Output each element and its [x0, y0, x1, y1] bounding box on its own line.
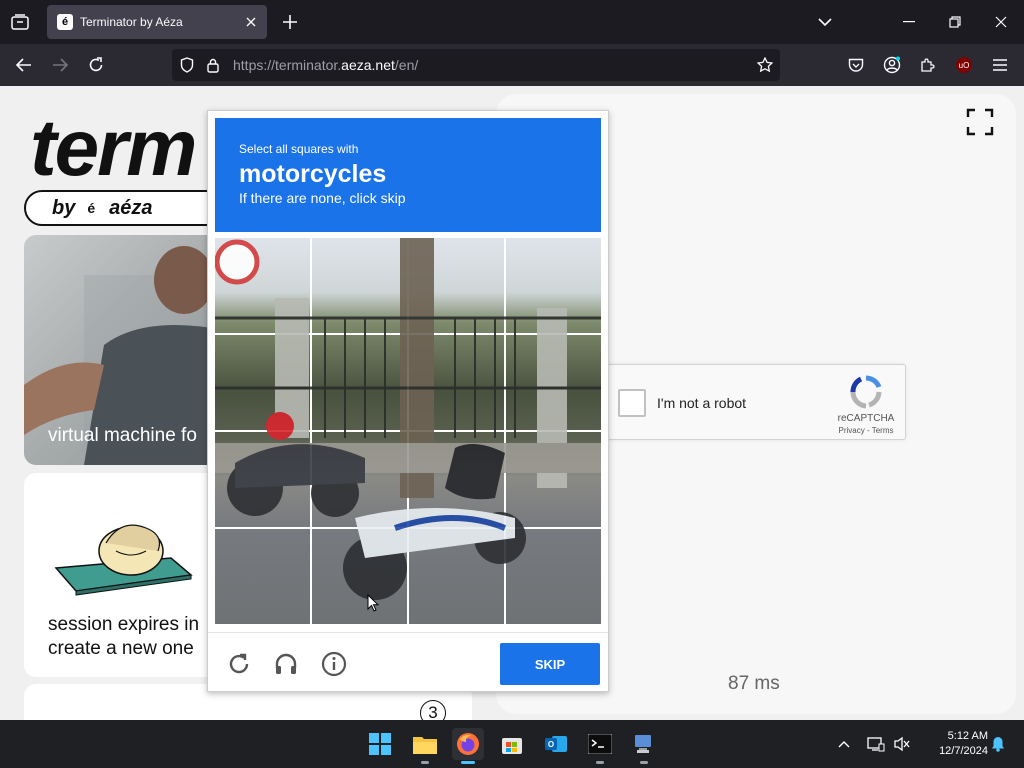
volume-muted-icon[interactable] [892, 734, 912, 754]
lock-icon[interactable] [204, 56, 222, 74]
microsoft-store-icon[interactable] [496, 728, 528, 760]
latency-readout: 87 ms [728, 673, 780, 694]
outlook-icon[interactable]: O [540, 728, 572, 760]
sleeping-robot-illustration [54, 524, 193, 596]
mouse-cursor-icon [367, 594, 379, 612]
back-arrow-icon[interactable] [10, 51, 38, 79]
image-tile[interactable] [506, 529, 601, 624]
network-icon[interactable] [866, 734, 886, 754]
account-icon[interactable] [878, 51, 906, 79]
video-caption: virtual machine fo [48, 425, 197, 446]
address-bar[interactable]: https://terminator.aeza.net/en/ [172, 49, 780, 81]
recaptcha-brand: reCAPTCHA [837, 413, 895, 424]
privacy-terms-link[interactable]: Privacy - Terms [835, 426, 897, 435]
image-tile[interactable] [312, 432, 407, 527]
image-tile[interactable] [215, 238, 310, 333]
step-number-badge: 3 [420, 700, 446, 720]
skip-button[interactable]: SKIP [500, 643, 600, 685]
tab-bar: é Terminator by Aéza [0, 0, 1024, 44]
session-card: session expires in create a new one [24, 473, 224, 677]
image-tile[interactable] [506, 238, 601, 333]
minimize-icon[interactable] [895, 8, 923, 36]
recaptcha-label: I'm not a robot [657, 395, 747, 411]
tab-title: Terminator by Aéza [80, 15, 183, 29]
menu-hamburger-icon[interactable] [986, 51, 1014, 79]
image-tile[interactable] [215, 529, 310, 624]
image-tile[interactable] [506, 432, 601, 527]
challenge-footer: SKIP [208, 632, 608, 692]
image-tile[interactable] [409, 432, 504, 527]
clock-date: 12/7/2024 [939, 745, 988, 757]
challenge-target-word: motorcycles [239, 160, 387, 188]
firefox-view-icon[interactable] [8, 10, 32, 34]
svg-text:O: O [548, 740, 554, 749]
image-tile[interactable] [312, 335, 407, 430]
image-tile[interactable] [409, 238, 504, 333]
pocket-icon[interactable] [842, 51, 870, 79]
create-new-text: create a new one [48, 638, 194, 659]
promo-video-card[interactable]: virtual machine fo [24, 235, 224, 465]
clock-time: 5:12 AM [947, 730, 988, 742]
bookmark-star-icon[interactable] [756, 56, 774, 74]
active-tab[interactable]: é Terminator by Aéza [47, 5, 267, 39]
forward-arrow-icon[interactable] [46, 51, 74, 79]
windows-start-icon[interactable] [364, 728, 396, 760]
close-tab-icon[interactable] [241, 12, 261, 32]
byline-by: by [52, 196, 76, 219]
show-hidden-icons-chevron-icon[interactable] [834, 734, 854, 754]
windows-taskbar: O 5:12 AM 12/7/2024 [0, 720, 1024, 768]
aeza-mark-icon: é [87, 200, 96, 216]
remote-desktop-icon[interactable] [628, 728, 660, 764]
byline-name: aéza [109, 196, 153, 219]
aeza-byline-badge[interactable]: by é aéza [24, 190, 224, 226]
challenge-instruction: Select all squares with [239, 142, 359, 156]
session-expires-text: session expires in [48, 614, 200, 635]
site-favicon-icon: é [57, 14, 73, 30]
image-grid [215, 238, 601, 624]
image-tile[interactable] [215, 432, 310, 527]
ublock-origin-icon[interactable]: uO [950, 51, 978, 79]
url-text: https://terminator.aeza.net/en/ [233, 57, 419, 73]
notification-bell-icon[interactable] [988, 734, 1008, 754]
image-tile[interactable] [312, 238, 407, 333]
image-tile[interactable] [409, 529, 504, 624]
image-tile[interactable] [506, 335, 601, 430]
firefox-taskbar-icon[interactable] [452, 728, 484, 764]
image-tile[interactable] [312, 529, 407, 624]
recaptcha-widget: I'm not a robot reCAPTCHA Privacy - Term… [604, 364, 906, 440]
recaptcha-logo-icon [850, 375, 882, 409]
close-window-icon[interactable] [987, 8, 1015, 36]
reload-challenge-icon[interactable] [226, 651, 252, 677]
challenge-skip-hint: If there are none, click skip [239, 190, 406, 206]
extensions-puzzle-icon[interactable] [914, 51, 942, 79]
audio-challenge-headphones-icon[interactable] [273, 651, 299, 677]
system-clock[interactable]: 5:12 AM 12/7/2024 [918, 729, 988, 759]
tracking-protection-shield-icon[interactable] [178, 56, 196, 74]
info-icon[interactable] [321, 651, 347, 677]
recaptcha-checkbox[interactable] [618, 389, 646, 417]
list-all-tabs-icon[interactable] [813, 10, 837, 34]
new-tab-icon[interactable] [278, 10, 302, 34]
terminal-icon[interactable] [584, 728, 616, 764]
svg-text:uO: uO [959, 61, 970, 70]
site-logo: term [30, 103, 197, 192]
fullscreen-icon[interactable] [965, 107, 995, 137]
navigation-toolbar: https://terminator.aeza.net/en/ uO [0, 44, 1024, 86]
recaptcha-challenge-dialog: Select all squares with motorcycles If t… [207, 110, 609, 692]
image-tile[interactable] [409, 335, 504, 430]
reload-icon[interactable] [82, 51, 110, 79]
image-tile[interactable] [215, 335, 310, 430]
file-explorer-icon[interactable] [409, 728, 441, 764]
challenge-header: Select all squares with motorcycles If t… [215, 118, 601, 232]
restore-icon[interactable] [941, 8, 969, 36]
